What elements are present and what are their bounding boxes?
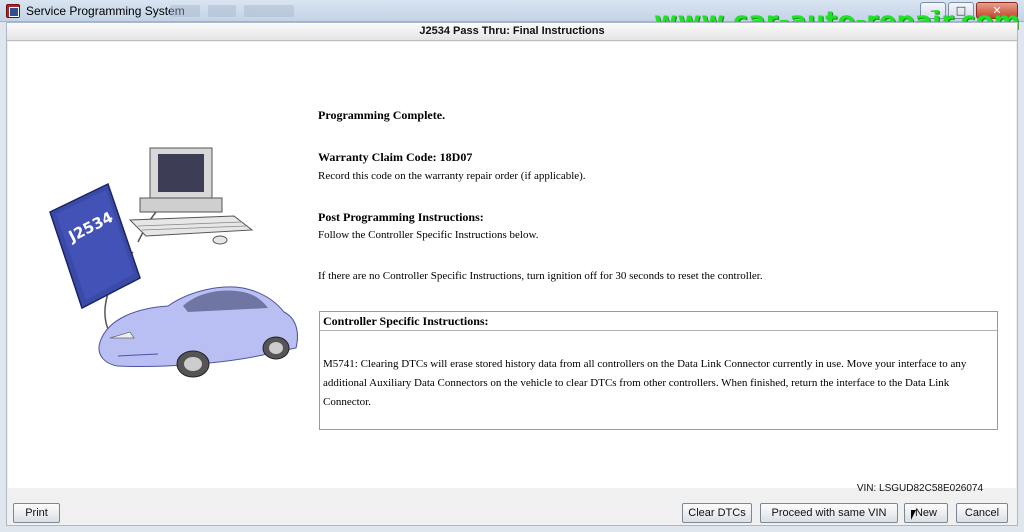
- main-window: J2534 Pass Thru: Final Instructions J253…: [6, 22, 1018, 526]
- mouse-cursor-icon: [911, 510, 916, 520]
- controller-instructions-heading: Controller Specific Instructions:: [320, 312, 997, 331]
- taskbar-ghost-tabs: [170, 5, 310, 17]
- cancel-button[interactable]: Cancel: [956, 503, 1008, 523]
- content-panel: J2534 Programming Complete. Warranty Cla…: [8, 42, 1016, 488]
- post-programming-text: Follow the Controller Specific Instructi…: [318, 229, 539, 241]
- page-title: J2534 Pass Thru: Final Instructions: [7, 23, 1017, 41]
- controller-instructions-box: Controller Specific Instructions: M5741:…: [319, 311, 998, 430]
- warranty-heading: Warranty Claim Code: 18D07: [318, 150, 473, 164]
- clear-dtcs-button[interactable]: Clear DTCs: [682, 503, 752, 523]
- warranty-text: Record this code on the warranty repair …: [318, 170, 586, 182]
- vin-label: VIN: LSGUD82C58E026074: [856, 483, 983, 494]
- illustration-svg: J2534: [49, 147, 298, 378]
- status-heading: Programming Complete.: [318, 108, 446, 122]
- illustration: J2534: [38, 142, 318, 392]
- window-title: Service Programming System: [26, 4, 185, 18]
- proceed-same-vin-button[interactable]: Proceed with same VIN: [760, 503, 898, 523]
- print-button[interactable]: Print: [13, 503, 60, 523]
- app-icon: [6, 4, 20, 18]
- controller-instructions-body: M5741: Clearing DTCs will erase stored h…: [323, 358, 967, 408]
- post-programming-heading: Post Programming Instructions:: [318, 210, 484, 224]
- car-icon: [98, 286, 298, 378]
- j2534-device-icon: J2534: [49, 182, 141, 310]
- computer-icon: [128, 147, 254, 245]
- ignition-instruction: If there are no Controller Specific Inst…: [318, 270, 763, 282]
